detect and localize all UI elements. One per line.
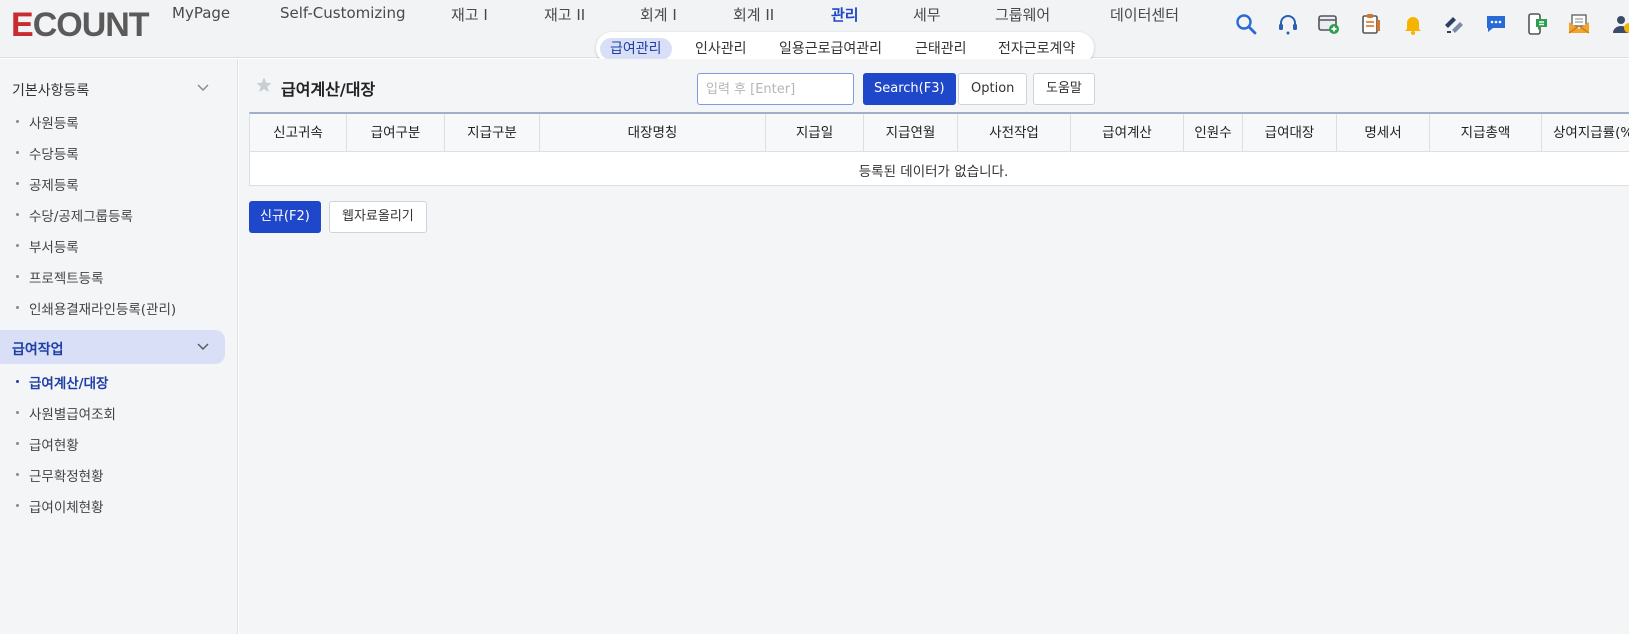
- nav-management[interactable]: 관리: [831, 4, 859, 25]
- top-bar: ECOUNT MyPage Self-Customizing 재고 I 재고 I…: [0, 0, 1629, 64]
- nav-accounting-2[interactable]: 회계 II: [733, 4, 774, 25]
- bullet: [16, 411, 19, 414]
- logo-mark: E: [11, 6, 34, 44]
- nav-data-center[interactable]: 데이터센터: [1110, 4, 1179, 25]
- subnav-daily-payroll[interactable]: 일용근로급여관리: [769, 38, 892, 60]
- table-body: 등록된 데이터가 없습니다.: [249, 152, 1629, 186]
- sidebar-item-employee-registration[interactable]: 사원등록: [0, 110, 225, 132]
- mail-icon[interactable]: [1567, 12, 1591, 36]
- subnav-payroll[interactable]: 급여관리: [600, 38, 672, 60]
- chevron-down-icon: [197, 84, 209, 91]
- headset-icon[interactable]: [1276, 12, 1300, 36]
- search-input[interactable]: [697, 73, 854, 105]
- clipboard-icon[interactable]: [1359, 12, 1383, 36]
- option-button[interactable]: Option: [958, 73, 1028, 105]
- sidebar-group-basic-registration[interactable]: 기본사항등록: [0, 71, 225, 105]
- ecount-logo[interactable]: ECOUNT: [11, 6, 150, 44]
- sidebar-item-label: 수당등록: [29, 147, 79, 163]
- sidebar-item-label: 급여이체현황: [29, 500, 104, 516]
- column-header[interactable]: 급여구분: [347, 114, 445, 152]
- bullet: [16, 151, 19, 154]
- star-icon[interactable]: [255, 76, 273, 94]
- bell-icon[interactable]: [1401, 12, 1425, 36]
- page-title: 급여계산/대장: [281, 80, 376, 99]
- column-header[interactable]: 지급연월: [864, 114, 958, 152]
- column-header[interactable]: 대장명칭: [540, 114, 766, 152]
- subnav-attendance[interactable]: 근태관리: [905, 38, 977, 60]
- window-add-icon[interactable]: [1317, 12, 1341, 36]
- column-header[interactable]: 인원수: [1184, 114, 1243, 152]
- help-button[interactable]: 도움말: [1033, 73, 1095, 105]
- chat-icon[interactable]: [1484, 12, 1508, 36]
- new-button[interactable]: 신규(F2): [249, 201, 321, 233]
- column-header[interactable]: 상여지급률(%): [1542, 114, 1629, 152]
- nav-tax[interactable]: 세무: [913, 4, 941, 25]
- sidebar-item-payroll-transfer-status[interactable]: 급여이체현황: [0, 494, 225, 516]
- empty-message: 등록된 데이터가 없습니다.: [858, 164, 1009, 180]
- sidebar-item-approval-line-registration[interactable]: 인쇄용결재라인등록(관리): [0, 296, 225, 318]
- sidebar-item-label: 급여계산/대장: [29, 376, 109, 392]
- sidebar-group-label: 급여작업: [12, 342, 64, 358]
- bullet: [16, 213, 19, 216]
- sidebar-item-label: 인쇄용결재라인등록(관리): [29, 302, 177, 318]
- sidebar-group-payroll-work[interactable]: 급여작업: [0, 330, 225, 364]
- search-icon[interactable]: [1234, 12, 1258, 36]
- bullet: [16, 182, 19, 185]
- nav-mypage[interactable]: MyPage: [172, 4, 230, 22]
- sidebar: 기본사항등록 사원등록 수당등록 공제등록 수당/공제그룹등록 부서등록 프로젝…: [0, 59, 238, 634]
- column-header[interactable]: 지급총액: [1430, 114, 1542, 152]
- bullet: [16, 473, 19, 476]
- nav-inventory-2[interactable]: 재고 II: [544, 4, 585, 25]
- bullet: [16, 442, 19, 445]
- column-header[interactable]: 급여계산: [1071, 114, 1184, 152]
- sidebar-item-work-confirmation-status[interactable]: 근무확정현황: [0, 463, 225, 485]
- column-header[interactable]: 명세서: [1337, 114, 1430, 152]
- sidebar-item-label: 공제등록: [29, 178, 79, 194]
- sidebar-item-payroll-calc-ledger[interactable]: 급여계산/대장: [0, 370, 225, 392]
- nav-groupware[interactable]: 그룹웨어: [995, 4, 1050, 25]
- sidebar-item-allowance-registration[interactable]: 수당등록: [0, 141, 225, 163]
- column-header[interactable]: 급여대장: [1243, 114, 1337, 152]
- column-header[interactable]: 사전작업: [958, 114, 1071, 152]
- subnav-hr[interactable]: 인사관리: [685, 38, 757, 60]
- web-upload-button[interactable]: 웹자료올리기: [329, 201, 427, 233]
- sidebar-item-label: 사원등록: [29, 116, 79, 132]
- sidebar-item-project-registration[interactable]: 프로젝트등록: [0, 265, 225, 287]
- bullet: [16, 504, 19, 507]
- bullet: [16, 306, 19, 309]
- chevron-down-icon: [197, 343, 209, 350]
- column-header[interactable]: 지급일: [766, 114, 864, 152]
- sidebar-item-allowance-deduction-group[interactable]: 수당/공제그룹등록: [0, 203, 225, 225]
- bullet: [16, 380, 19, 383]
- sidebar-group-label: 기본사항등록: [12, 83, 90, 99]
- sidebar-item-label: 근무확정현황: [29, 469, 104, 485]
- table-header: 신고귀속 급여구분 지급구분 대장명칭 지급일 지급연월 사전작업 급여계산 인…: [249, 112, 1629, 152]
- bullet: [16, 120, 19, 123]
- column-header[interactable]: 지급구분: [445, 114, 540, 152]
- transfer-icon[interactable]: [1442, 12, 1466, 36]
- sidebar-item-label: 수당/공제그룹등록: [29, 209, 133, 225]
- bullet: [16, 244, 19, 247]
- sidebar-item-label: 프로젝트등록: [29, 271, 104, 287]
- user-icon[interactable]: [1611, 12, 1629, 36]
- search-button[interactable]: Search(F3): [863, 73, 956, 105]
- sidebar-item-payroll-status[interactable]: 급여현황: [0, 432, 225, 454]
- sidebar-item-deduction-registration[interactable]: 공제등록: [0, 172, 225, 194]
- nav-inventory-1[interactable]: 재고 I: [451, 4, 488, 25]
- subnav-e-contract[interactable]: 전자근로계약: [988, 38, 1085, 60]
- sidebar-item-label: 사원별급여조회: [29, 407, 116, 423]
- nav-accounting-1[interactable]: 회계 I: [640, 4, 677, 25]
- sidebar-item-label: 급여현황: [29, 438, 79, 454]
- bullet: [16, 275, 19, 278]
- main-content: 급여계산/대장 Search(F3) Option 도움말 신고귀속 급여구분 …: [239, 59, 1629, 634]
- sidebar-item-payroll-by-employee[interactable]: 사원별급여조회: [0, 401, 225, 423]
- sidebar-item-department-registration[interactable]: 부서등록: [0, 234, 225, 256]
- nav-self-customizing[interactable]: Self-Customizing: [280, 4, 406, 22]
- mobile-message-icon[interactable]: [1525, 12, 1549, 36]
- column-header[interactable]: 신고귀속: [250, 114, 347, 152]
- logo-text: COUNT: [32, 6, 150, 44]
- sidebar-item-label: 부서등록: [29, 240, 79, 256]
